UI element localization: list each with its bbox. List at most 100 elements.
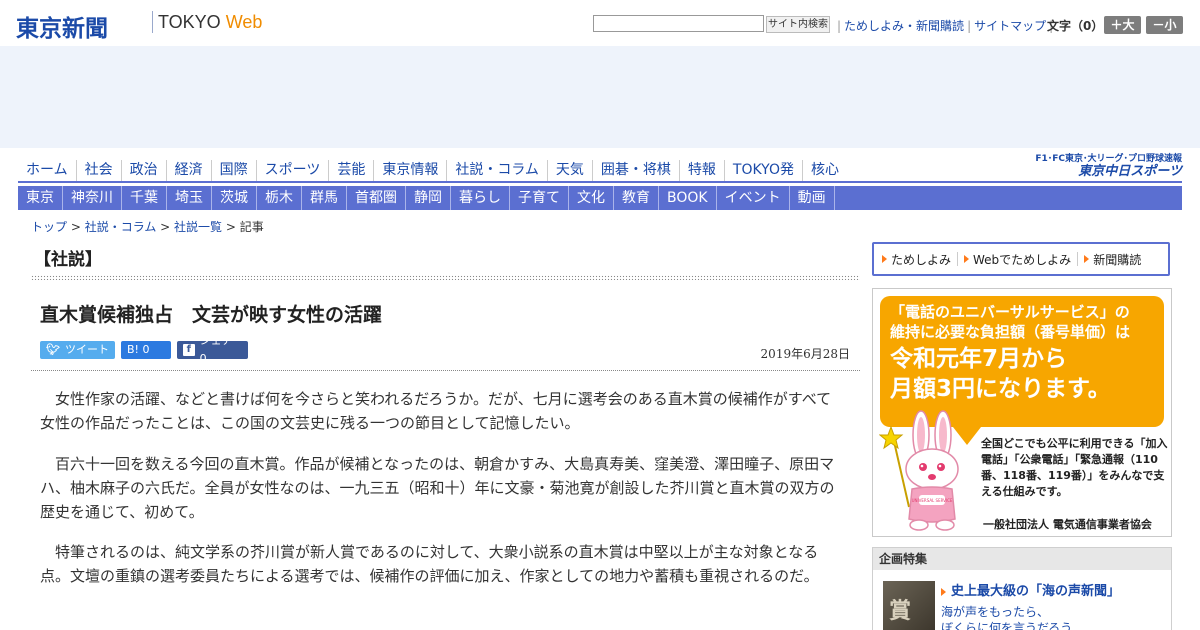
link-separator [957, 252, 959, 266]
ad-line-1: 「電話のユニバーサルサービス」の [890, 303, 1130, 321]
nav-ibaraki[interactable]: 茨城 [212, 186, 257, 210]
special-feature-thumbnail[interactable]: 賞 [883, 581, 935, 630]
nav-kakushin[interactable]: 核心 [801, 160, 847, 182]
hatena-bookmark-button[interactable]: B! 0 [121, 341, 171, 359]
font-larger-button[interactable]: ＋大 [1104, 16, 1141, 34]
breadcrumb-editorial-list[interactable]: 社説一覧 [174, 220, 222, 234]
nav-entertainment[interactable]: 芸能 [328, 160, 373, 182]
nav-tokyo[interactable]: 東京 [18, 186, 63, 210]
logo-tokyo-shimbun[interactable]: 東京新聞 [16, 9, 108, 43]
nav-go-shogi[interactable]: 囲碁・将棋 [591, 160, 679, 182]
trial-read-label: ためしよみ [891, 252, 952, 267]
twitter-bird-icon: 🐦︎ [46, 343, 60, 356]
nav-sports[interactable]: スポーツ [255, 160, 329, 182]
special-feature-heading: 企画特集 [873, 548, 1171, 570]
site-search-input[interactable] [593, 15, 764, 32]
nav-book[interactable]: BOOK [659, 186, 717, 210]
bunny-mascot-icon: UNIVERSAL SERVICE [879, 410, 959, 531]
nav-international[interactable]: 国際 [210, 160, 256, 182]
nav-weather[interactable]: 天気 [546, 160, 592, 182]
site-search-button[interactable]: サイト内検索 [766, 16, 830, 33]
arrow-right-icon [1084, 255, 1090, 263]
special-feature-subtitle-line: ぼくらに何を言うだろう [941, 621, 1073, 630]
ad-line-4: 月額3円になります。 [890, 376, 1111, 402]
breadcrumb: トップ > 社説・コラム > 社説一覧 > 記事 [31, 220, 264, 234]
facebook-share-button[interactable]: f シェア 0 [177, 334, 248, 365]
nav-kurashi[interactable]: 暮らし [451, 186, 510, 210]
trial-read-link[interactable]: ためしよみ [882, 251, 951, 268]
ad-line-3: 令和元年7月から [890, 346, 1068, 372]
logo-web-text: Web [225, 12, 263, 32]
regional-nav: 東京 神奈川 千葉 埼玉 茨城 栃木 群馬 首都圏 静岡 暮らし 子育て 文化 … [18, 186, 1182, 210]
special-feature-subtitle-line: 海が声をもったら、 [941, 605, 1050, 619]
subscribe-label: 新聞購読 [1093, 252, 1142, 267]
font-size-label: 文字（0） [1047, 19, 1104, 33]
hatena-label: B! 0 [127, 343, 150, 356]
logo-tokyo-web[interactable]: TOKYO Web [158, 12, 262, 33]
ad-organization: 一般社団法人 電気通信事業者協会 [983, 518, 1152, 531]
nav-tokyo-hatsu[interactable]: TOKYO発 [723, 160, 802, 182]
breadcrumb-editorial-column[interactable]: 社説・コラム [85, 220, 157, 234]
facebook-icon: f [183, 344, 195, 356]
web-trial-read-label: Webでためしよみ [973, 252, 1072, 267]
facebook-share-label: シェア 0 [199, 334, 233, 365]
article-paragraph: 女性作家の活躍、などと書けば何を今さらと笑われるだろうか。だが、七月に選考会のあ… [40, 390, 832, 432]
special-feature-subtitle[interactable]: 海が声をもったら、 ぼくらに何を言うだろう [941, 604, 1072, 630]
nav-tochigi[interactable]: 栃木 [257, 186, 302, 210]
header-links: | ためしよみ・新聞購読 | サイトマップ | [834, 17, 1056, 34]
ad-line-2: 維持に必要な負担額（番号単価）は [890, 323, 1131, 341]
universal-service-ad[interactable]: 「電話のユニバーサルサービス」の 維持に必要な負担額（番号単価）は 令和元年7月… [872, 288, 1172, 537]
sitemap-link[interactable]: サイトマップ [974, 19, 1046, 33]
logo-divider [152, 11, 153, 33]
arrow-right-icon [941, 587, 946, 596]
article-paragraph: 特筆されるのは、純文学系の芥川賞が新人賞であるのに対して、大衆小説系の直木賞は中… [40, 543, 819, 585]
nav-home[interactable]: ホーム [18, 160, 76, 182]
arrow-right-icon [964, 255, 970, 263]
top-ad-area [0, 46, 1200, 148]
nav-tokyo-info[interactable]: 東京情報 [373, 160, 446, 182]
nav-shutoken[interactable]: 首都圏 [347, 186, 406, 210]
article-paragraph: 百六十一回を数える今回の直木賞。作品が候補となったのは、朝倉かすみ、大島真寿美、… [40, 455, 835, 521]
article-title: 直木賞候補独占 文芸が映す女性の活躍 [40, 304, 383, 326]
tweet-label: ツイート [64, 343, 109, 356]
nav-editorial-column[interactable]: 社説・コラム [446, 160, 547, 182]
nav-society[interactable]: 社会 [75, 160, 121, 182]
nav-chiba[interactable]: 千葉 [122, 186, 167, 210]
nav-kosodate[interactable]: 子育て [510, 186, 569, 210]
nav-shizuoka[interactable]: 静岡 [406, 186, 451, 210]
nav-education[interactable]: 教育 [614, 186, 659, 210]
special-feature-title-link[interactable]: 史上最大級の「海の声新聞」 [941, 580, 1120, 599]
nav-event[interactable]: イベント [717, 186, 790, 210]
link-separator [1077, 252, 1079, 266]
nav-video[interactable]: 動画 [790, 186, 835, 210]
nav-gunma[interactable]: 群馬 [302, 186, 347, 210]
tweet-button[interactable]: 🐦︎ ツイート [40, 341, 115, 359]
breadcrumb-top[interactable]: トップ [31, 220, 67, 234]
nav-economy[interactable]: 経済 [165, 160, 211, 182]
nav-underline [18, 181, 1182, 183]
subscribe-link[interactable]: 新聞購読 [1084, 251, 1141, 268]
special-feature-box: 企画特集 賞 史上最大級の「海の声新聞」 海が声をもったら、 ぼくらに何を言うだ… [872, 547, 1172, 630]
breadcrumb-current: 記事 [239, 220, 264, 234]
chunichi-tagline: F1･FC東京･大リーグ･プロ野球速報 [1035, 154, 1182, 164]
nav-saitama[interactable]: 埼玉 [167, 186, 212, 210]
nav-politics[interactable]: 政治 [120, 160, 166, 182]
nav-kanagawa[interactable]: 神奈川 [63, 186, 122, 210]
primary-nav: ホーム 社会 政治 経済 国際 スポーツ 芸能 東京情報 社説・コラム 天気 囲… [18, 160, 847, 182]
chunichi-sports-link[interactable]: F1･FC東京･大リーグ･プロ野球速報 東京中日スポーツ [1024, 154, 1182, 180]
subscribe-box: ためしよみ Webでためしよみ 新聞購読 [872, 242, 1170, 276]
bunny-badge-text: UNIVERSAL SERVICE [912, 498, 953, 503]
arrow-right-icon [882, 255, 887, 263]
nav-culture[interactable]: 文化 [569, 186, 614, 210]
publish-date: 2019年6月28日 [760, 347, 850, 361]
font-smaller-button[interactable]: －小 [1146, 16, 1183, 34]
trial-subscribe-link[interactable]: ためしよみ・新聞購読 [844, 19, 964, 33]
site-header: 東京新聞 TOKYO Web サイト内検索 | ためしよみ・新聞購読 | サイトマップ… [0, 0, 1200, 46]
chunichi-brand: 東京中日スポーツ [1078, 164, 1182, 179]
header-link-separator: | [967, 19, 972, 33]
special-feature-title: 史上最大級の「海の声新聞」 [951, 584, 1121, 599]
nav-tokuho[interactable]: 特報 [678, 160, 724, 182]
article-divider [31, 370, 860, 371]
section-divider [31, 275, 860, 280]
web-trial-read-link[interactable]: Webでためしよみ [964, 251, 1071, 268]
